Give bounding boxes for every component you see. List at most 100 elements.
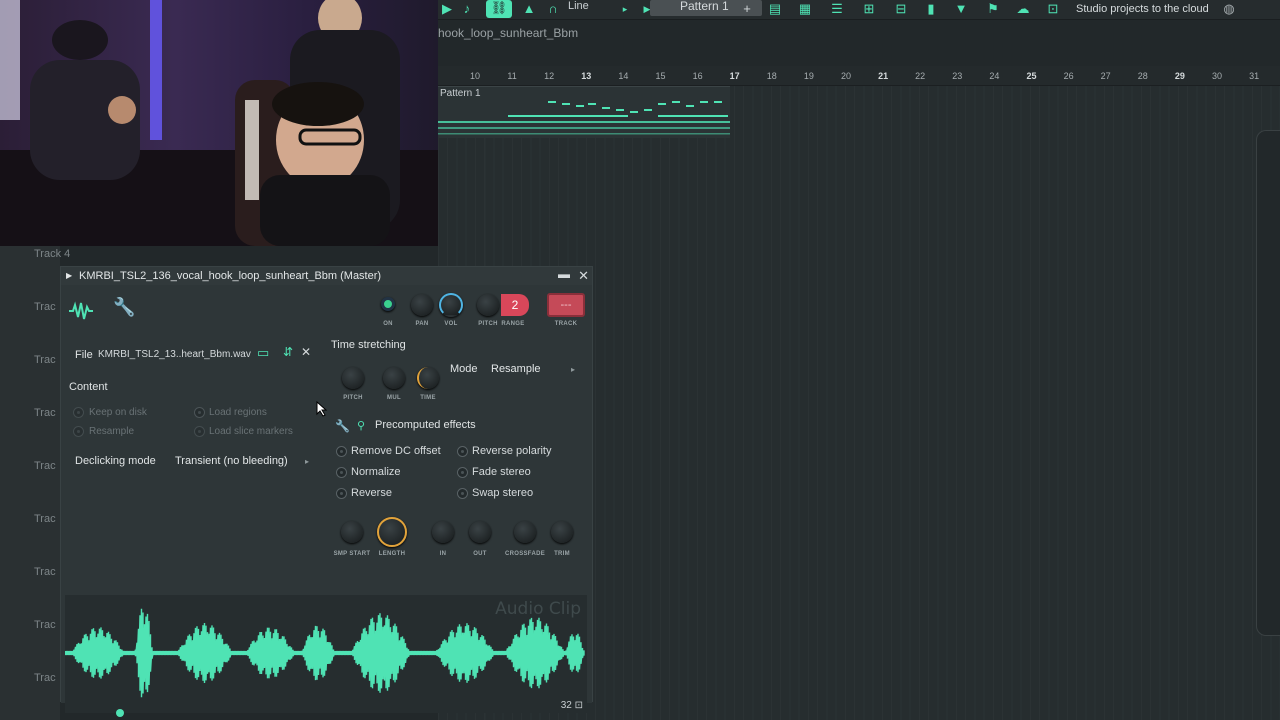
pitch-range-display[interactable]: 2 bbox=[501, 294, 529, 316]
track-label[interactable]: Track 4 bbox=[34, 248, 70, 260]
mixer-icon[interactable]: ▤ bbox=[766, 1, 784, 17]
browser-icon[interactable]: ⊟ bbox=[892, 1, 910, 17]
cloud-icon[interactable]: ☁ bbox=[1014, 1, 1032, 17]
playlist-ruler[interactable]: 10 11 12 13 14 15 16 17 18 19 20 21 22 23 24 25 26 27 28 29… bbox=[438, 66, 1280, 86]
track-label[interactable]: Trac bbox=[34, 619, 56, 631]
shop-icon[interactable]: ⊡ bbox=[1044, 1, 1062, 17]
window-title-bar[interactable]: ▶ KMRBI_TSL2_136_vocal_hook_loop_sunhear… bbox=[61, 267, 592, 285]
ruler-bar-number: 24 bbox=[989, 71, 1000, 81]
crossfade-knob[interactable] bbox=[514, 521, 536, 543]
folder-icon[interactable]: ▭ bbox=[257, 345, 269, 361]
ts-mul-knob[interactable] bbox=[383, 367, 405, 389]
mixer-track-selector[interactable]: --- bbox=[547, 293, 585, 317]
file-name[interactable]: KMRBI_TSL2_13..heart_Bbm.wav bbox=[98, 349, 251, 360]
waveform-display[interactable]: Audio Clip 32 ⊡ bbox=[65, 595, 587, 713]
tempo-icon[interactable]: ♪ bbox=[458, 1, 476, 17]
track-label[interactable]: Trac bbox=[34, 301, 56, 313]
track-label-knob: TRACK bbox=[554, 321, 578, 327]
ruler-bar-number: 12 bbox=[544, 71, 555, 81]
declicking-value[interactable]: Transient (no bleeding) bbox=[175, 455, 288, 467]
track-label[interactable]: Trac bbox=[34, 460, 56, 472]
smp-start-knob[interactable] bbox=[341, 521, 363, 543]
ruler-bar-number: 29 bbox=[1174, 71, 1185, 81]
ts-time-label: TIME bbox=[420, 395, 436, 401]
metronome-icon[interactable]: ▲ bbox=[520, 1, 538, 17]
add-pattern-icon[interactable]: + bbox=[738, 1, 756, 17]
precomputed-wrench-icon[interactable]: 🔧 bbox=[335, 419, 350, 433]
out-knob[interactable] bbox=[469, 521, 491, 543]
length-label: LENGTH bbox=[378, 551, 406, 557]
remove-file-icon[interactable]: ✕ bbox=[301, 345, 311, 359]
playlist-vertical-scrollbar[interactable] bbox=[1256, 130, 1280, 636]
waveform-graphic bbox=[65, 608, 585, 698]
track-label[interactable]: Trac bbox=[34, 407, 56, 419]
ruler-bar-number: 13 bbox=[581, 71, 592, 81]
headphones-icon[interactable]: ∩ bbox=[544, 1, 562, 17]
plugin-icon[interactable]: ▮ bbox=[922, 1, 940, 17]
cloud-hint-text[interactable]: Studio projects to the cloud bbox=[1076, 3, 1209, 15]
window-title: KMRBI_TSL2_136_vocal_hook_loop_sunheart_… bbox=[79, 270, 382, 282]
reload-icon[interactable]: ⇵ bbox=[283, 345, 293, 359]
link-icon[interactable]: ⛓ bbox=[486, 0, 512, 18]
reverse-polarity-radio[interactable] bbox=[457, 446, 468, 457]
fade-stereo-radio[interactable] bbox=[457, 467, 468, 478]
playlist-icon[interactable]: ⊞ bbox=[860, 1, 878, 17]
on-toggle[interactable] bbox=[381, 297, 395, 311]
channel-settings-window: ▶ KMRBI_TSL2_136_vocal_hook_loop_sunhear… bbox=[60, 266, 593, 713]
play-icon[interactable]: ▶ bbox=[438, 1, 456, 17]
track-label[interactable]: Trac bbox=[34, 354, 56, 366]
globe-icon[interactable]: ◍ bbox=[1220, 1, 1238, 17]
pattern-clip-title: Pattern 1 bbox=[440, 88, 481, 99]
load-regions-radio[interactable] bbox=[194, 407, 205, 418]
funnel-icon[interactable]: ▼ bbox=[952, 1, 970, 17]
trim-knob[interactable] bbox=[551, 521, 573, 543]
normalize-radio[interactable] bbox=[336, 467, 347, 478]
track-label[interactable]: Trac bbox=[34, 672, 56, 684]
reverse-radio[interactable] bbox=[336, 488, 347, 499]
playhead-marker[interactable] bbox=[116, 709, 124, 717]
stamp-icon[interactable]: ⚑ bbox=[984, 1, 1002, 17]
swap-stereo-label: Swap stereo bbox=[472, 487, 534, 499]
ruler-bar-number: 21 bbox=[878, 71, 889, 81]
ruler-bar-number: 16 bbox=[692, 71, 703, 81]
snap-arrow-icon[interactable]: ▸ bbox=[616, 1, 634, 17]
ts-pitch-knob[interactable] bbox=[342, 367, 364, 389]
pattern-clip[interactable]: Pattern 1 bbox=[438, 86, 730, 138]
content-title: Content bbox=[69, 381, 108, 393]
piano-roll-icon[interactable]: ▦ bbox=[796, 1, 814, 17]
minimize-icon[interactable]: ▬ bbox=[558, 265, 570, 283]
mode-label: Mode bbox=[450, 363, 478, 375]
vol-knob[interactable] bbox=[439, 293, 463, 317]
ts-time-knob[interactable] bbox=[417, 367, 439, 389]
time-stretching-title: Time stretching bbox=[331, 339, 406, 351]
remove-dc-radio[interactable] bbox=[336, 446, 347, 457]
track-label[interactable]: Trac bbox=[34, 513, 56, 525]
ruler-bar-number: 20 bbox=[840, 71, 852, 81]
pan-knob[interactable] bbox=[411, 294, 433, 316]
track-label[interactable]: Trac bbox=[34, 566, 56, 578]
ruler-bar-number: 15 bbox=[655, 71, 666, 81]
in-knob[interactable] bbox=[432, 521, 454, 543]
out-label: OUT bbox=[473, 551, 487, 557]
resample-radio[interactable] bbox=[73, 426, 84, 437]
load-slice-markers-radio[interactable] bbox=[194, 426, 205, 437]
wrench-tab-icon[interactable]: 🔧 bbox=[113, 297, 135, 318]
playlist-breadcrumb[interactable]: hook_loop_sunheart_Bbm bbox=[438, 26, 578, 40]
window-menu-arrow-icon[interactable]: ▶ bbox=[66, 267, 72, 285]
declicking-arrow-icon[interactable]: ▸ bbox=[305, 457, 309, 466]
length-knob[interactable] bbox=[377, 517, 407, 547]
precomputed-toggle-icon[interactable]: ⚲ bbox=[357, 419, 365, 432]
ruler-bar-number: 10 bbox=[469, 71, 481, 81]
waveform-tab-icon[interactable] bbox=[67, 301, 95, 321]
load-regions-label: Load regions bbox=[209, 407, 267, 418]
swap-stereo-radio[interactable] bbox=[457, 488, 468, 499]
waveform-zoom[interactable]: 32 ⊡ bbox=[561, 700, 583, 711]
ruler-bar-number: 11 bbox=[507, 71, 517, 81]
mode-value[interactable]: Resample bbox=[491, 363, 541, 375]
mode-arrow-icon[interactable]: ▸ bbox=[571, 365, 575, 374]
channel-rack-icon[interactable]: ☰ bbox=[828, 1, 846, 17]
keep-on-disk-radio[interactable] bbox=[73, 407, 84, 418]
snap-selector[interactable]: Line bbox=[568, 0, 589, 18]
close-icon[interactable]: ✕ bbox=[578, 267, 589, 285]
pitch-knob[interactable] bbox=[477, 294, 499, 316]
